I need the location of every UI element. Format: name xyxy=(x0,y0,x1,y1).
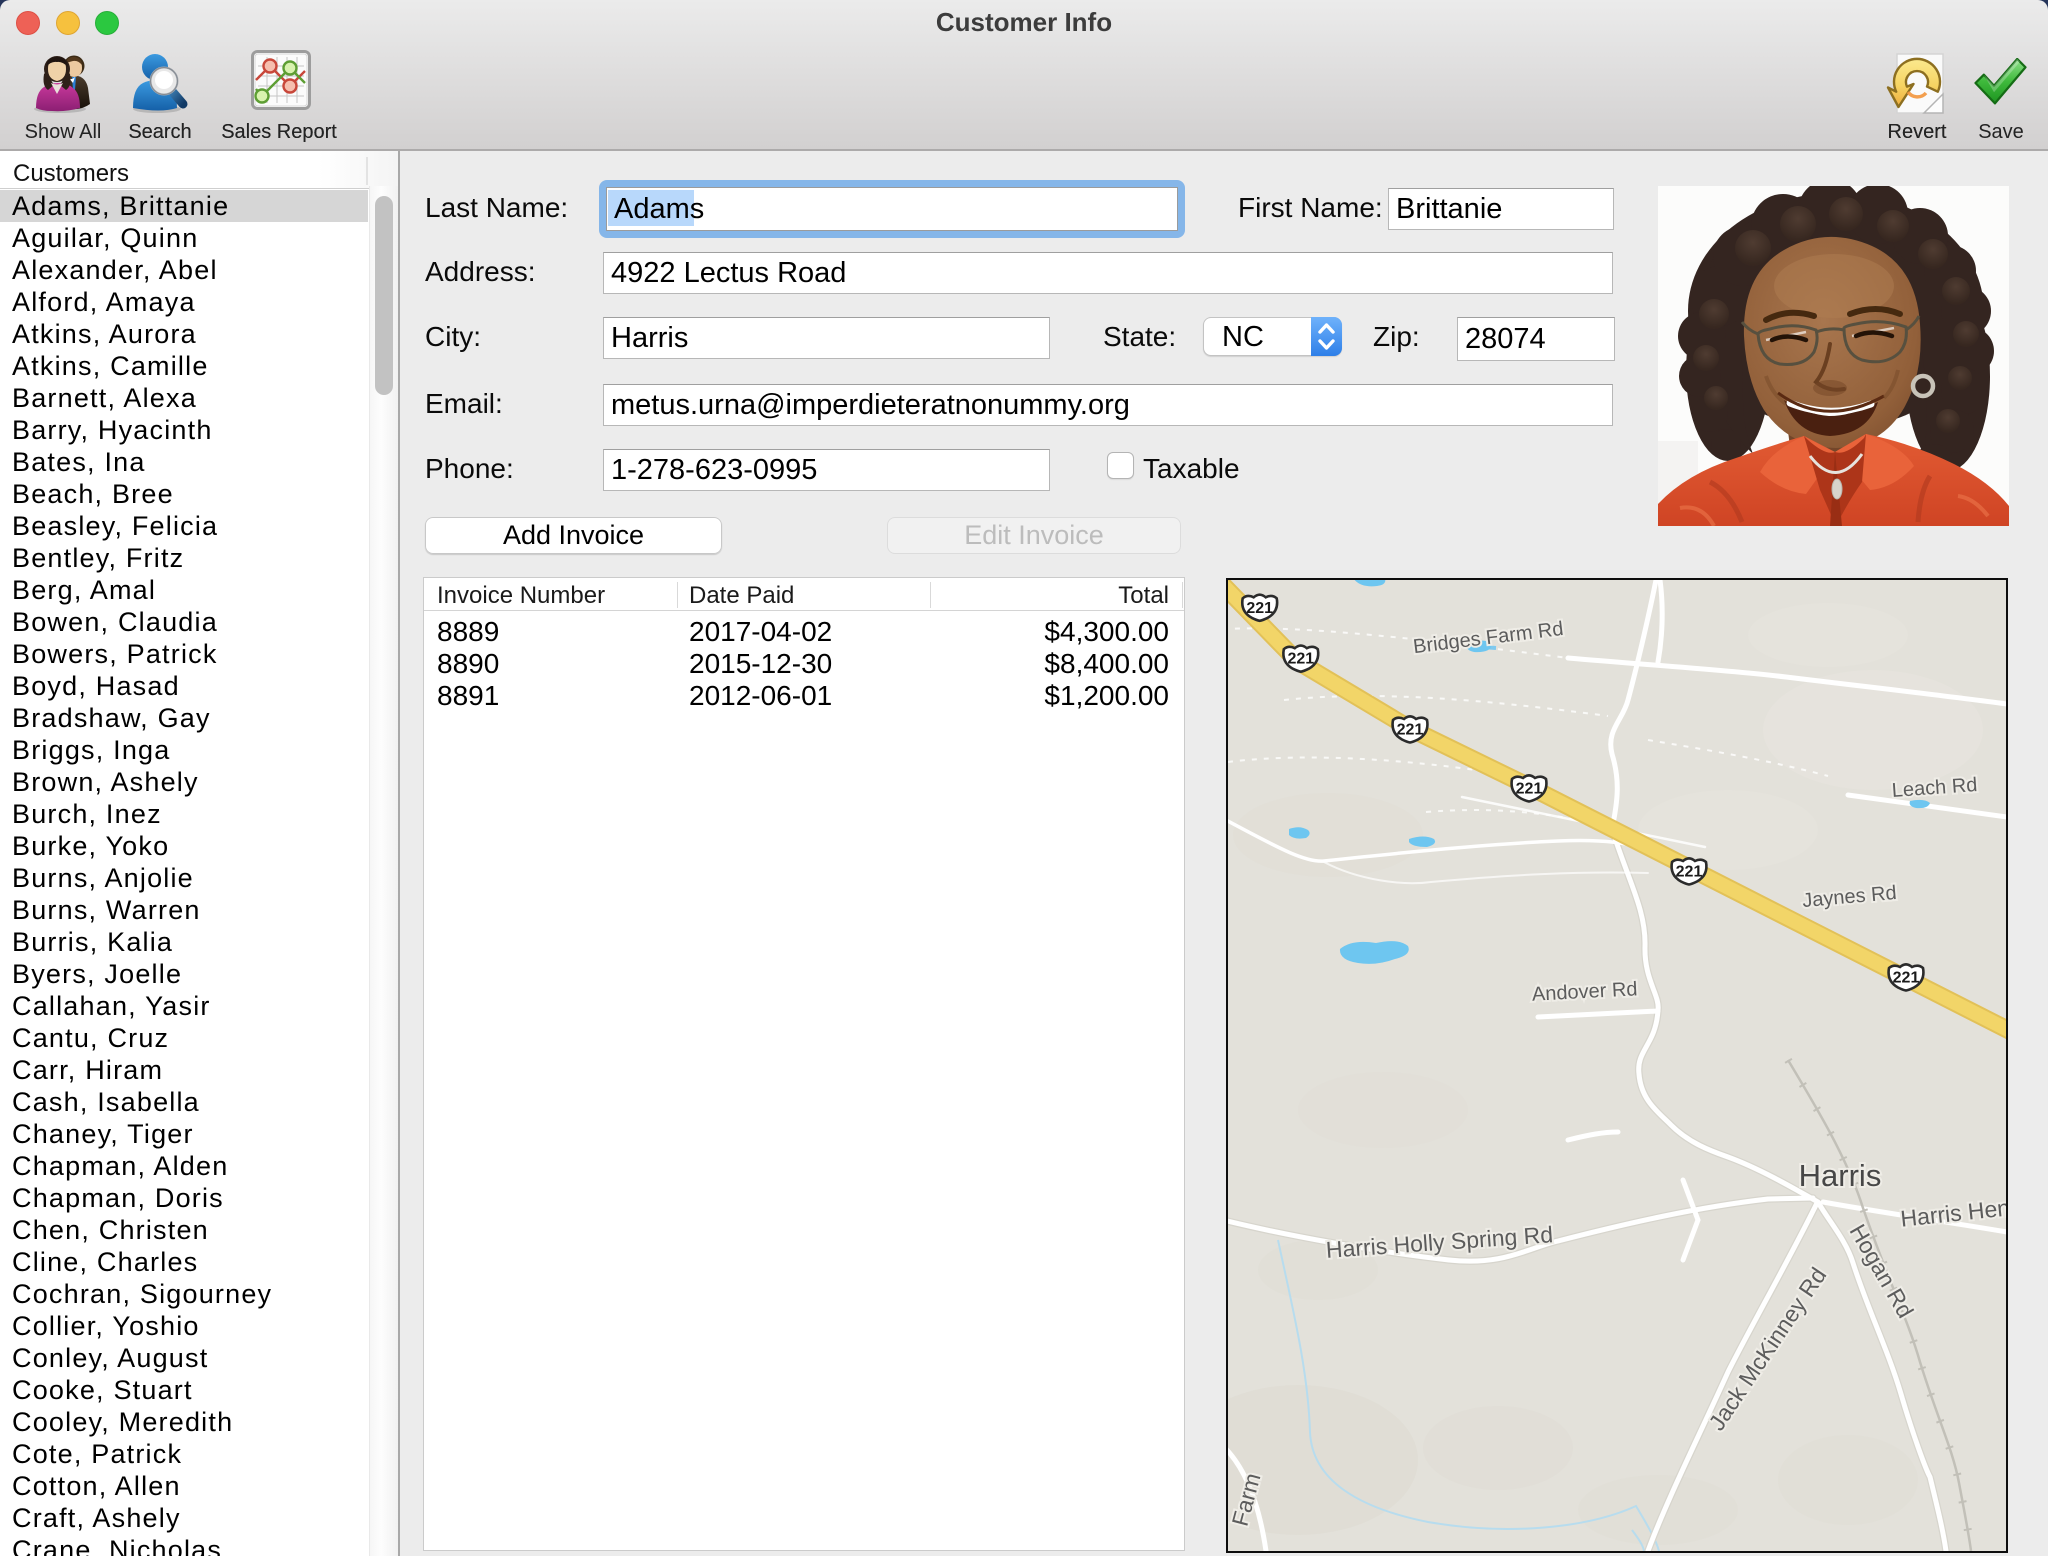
svg-text:Harris: Harris xyxy=(1799,1158,1882,1193)
